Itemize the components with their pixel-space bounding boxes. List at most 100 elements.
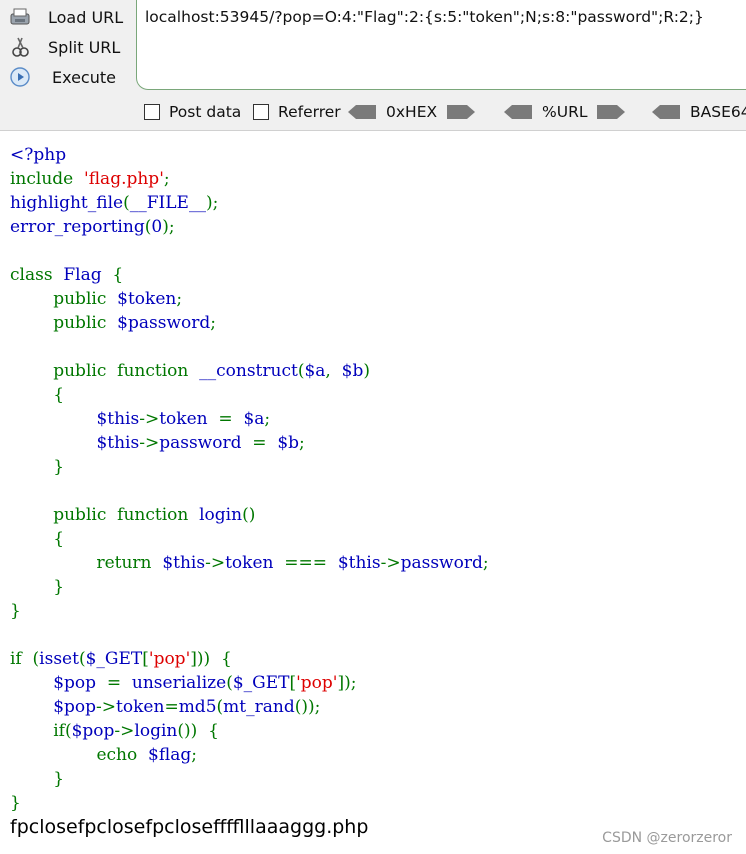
code-punct: = [164,697,179,717]
code-punct: === [273,553,338,573]
code-function: isset [39,649,79,669]
split-url-button[interactable]: Split URL [8,34,133,60]
code-function: md5 [178,697,217,717]
url-enc-label: %URL [542,103,588,121]
post-data-checkbox[interactable]: Post data [144,103,241,121]
code-keyword: public [10,313,118,333]
hex-encoder[interactable]: 0xHEX [348,103,476,121]
code-punct: ] [190,649,197,669]
base64-label: BASE64 [690,103,746,121]
code-punct: = [96,673,132,693]
code-punct: ()) { [177,721,219,741]
hackbar-toolbar: Load URL Split URL Execute localhost:539… [0,0,746,131]
referrer-box[interactable] [253,104,269,120]
code-punct: ; [264,409,271,429]
code-punct: ) [363,361,370,381]
post-data-box[interactable] [144,104,160,120]
code-string: 'pop' [148,649,191,669]
post-data-label: Post data [169,103,242,121]
url-textarea[interactable]: localhost:53945/?pop=O:4:"Flag":2:{s:5:"… [136,0,746,90]
code-punct: ; [210,313,216,333]
code-variable: $pop [71,721,115,741]
code-function: __construct [199,361,298,381]
code-punct: ; [191,745,197,765]
code-variable: $token [117,289,177,309]
code-property: password [159,433,242,453]
code-string: 'pop' [296,673,338,693]
code-line: <?php [10,145,67,165]
arrow-left-icon[interactable] [504,105,532,119]
arrow-right-icon[interactable] [597,105,626,119]
code-property: token [116,697,165,717]
code-function: mt_rand [223,697,295,717]
code-punct: , [325,361,342,381]
code-keyword: if( [10,721,72,741]
code-function: highlight_file [10,193,124,213]
code-variable: $b [341,361,364,381]
csdn-watermark: CSDN @zerorzeror [602,830,732,846]
code-punct: } [10,769,65,789]
code-keyword: return [10,553,163,573]
arrow-right-icon[interactable] [447,105,476,119]
arrow-left-icon[interactable] [652,105,680,119]
url-encoder[interactable]: %URL [504,103,626,121]
code-punct: -> [139,433,160,453]
base64-encoder[interactable]: BASE64 [652,103,746,121]
code-property: password [400,553,483,573]
arrow-left-icon[interactable] [348,105,376,119]
code-punct: ()); [294,697,321,717]
code-variable: $b [277,433,300,453]
load-url-button[interactable]: Load URL [8,4,133,30]
code-variable: $a [243,409,265,429]
code-punct: } [10,601,21,621]
execute-button[interactable]: Execute [8,64,133,90]
code-punct: -> [380,553,401,573]
options-row: Post data Referrer 0xHEX %URL BASE64 [142,100,746,124]
code-string: 'flag.php' [84,169,164,189]
code-keyword: echo [10,745,149,765]
code-variable: $password [117,313,211,333]
code-variable: $_GET [232,673,290,693]
code-punct: ; [482,553,489,573]
code-punct: ( [78,649,86,669]
code-keyword: public function [10,361,200,381]
code-variable: $this [10,433,140,453]
code-keyword: public [10,289,118,309]
code-punct: } [10,577,65,597]
code-punct: ; [176,289,183,309]
code-variable: $pop [10,697,97,717]
split-url-icon [8,35,32,59]
code-punct: ( [226,673,233,693]
load-url-icon [8,5,32,29]
code-function: login [199,505,243,525]
code-function: error_reporting [10,217,145,237]
code-keyword: include [10,169,85,189]
hex-label: 0xHEX [386,103,438,121]
code-punct: [ [142,649,149,669]
php-source-code: <?php include 'flag.php'; highlight_file… [10,143,489,815]
code-punct: } [10,793,21,813]
code-punct: )) { [196,649,232,669]
code-punct: { [10,385,65,405]
url-value: localhost:53945/?pop=O:4:"Flag":2:{s:5:"… [145,8,704,26]
code-keyword: public function [10,505,200,525]
code-variable: $a [304,361,326,381]
split-url-label: Split URL [48,37,121,57]
code-constant: __FILE__ [129,193,206,213]
code-punct: ); [162,217,175,237]
code-punct: -> [96,697,117,717]
code-property: token [159,409,208,429]
page-output-text: fpclosefpclosefpclosefffflllaaaggg.php [10,816,369,838]
code-variable: $flag [148,745,192,765]
execute-label: Execute [52,67,116,87]
code-punct: () [242,505,256,525]
code-number: 0 [151,217,163,237]
code-keyword: if ( [10,649,40,669]
code-variable: $this [337,553,381,573]
code-property: token [225,553,274,573]
referrer-checkbox[interactable]: Referrer [253,103,341,121]
code-variable: $_GET [85,649,143,669]
code-punct: -> [139,409,160,429]
execute-icon [8,65,32,89]
code-punct: = [207,409,244,429]
